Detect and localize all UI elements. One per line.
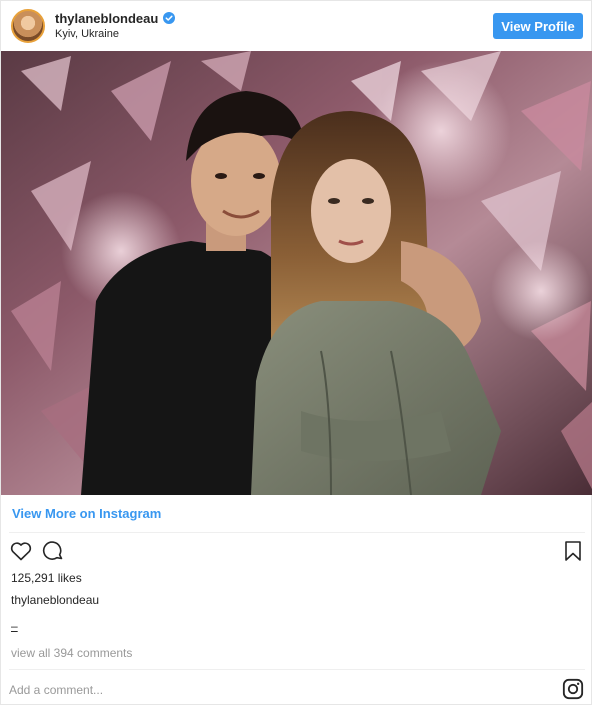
- username[interactable]: thylaneblondeau: [55, 11, 158, 27]
- comment-bubble-icon[interactable]: [41, 539, 65, 563]
- view-more-link[interactable]: View More on Instagram: [12, 506, 161, 521]
- divider: [9, 532, 585, 533]
- post-header: thylaneblondeau Kyiv, Ukraine View Profi…: [1, 1, 592, 51]
- instagram-embed: thylaneblondeau Kyiv, Ukraine View Profi…: [0, 0, 592, 705]
- user-block: thylaneblondeau Kyiv, Ukraine: [55, 11, 493, 42]
- photo-illustration: [1, 51, 592, 495]
- instagram-logo-icon[interactable]: [562, 678, 584, 700]
- post-photo[interactable]: [1, 51, 592, 495]
- verified-badge-icon: [163, 12, 176, 25]
- avatar[interactable]: [11, 9, 45, 43]
- caption-username[interactable]: thylaneblondeau: [11, 593, 99, 607]
- bookmark-icon[interactable]: [561, 539, 585, 563]
- heart-outline-icon[interactable]: [9, 539, 33, 563]
- username-row: thylaneblondeau: [55, 11, 493, 27]
- add-comment-input[interactable]: [9, 679, 549, 701]
- divider: [9, 669, 585, 670]
- likes-count[interactable]: 125,291 likes: [11, 571, 82, 585]
- location[interactable]: Kyiv, Ukraine: [55, 28, 493, 41]
- view-profile-button[interactable]: View Profile: [493, 13, 583, 39]
- view-all-comments-link[interactable]: view all 394 comments: [11, 646, 132, 660]
- action-bar: [9, 539, 585, 565]
- caption-text: –: [11, 619, 18, 633]
